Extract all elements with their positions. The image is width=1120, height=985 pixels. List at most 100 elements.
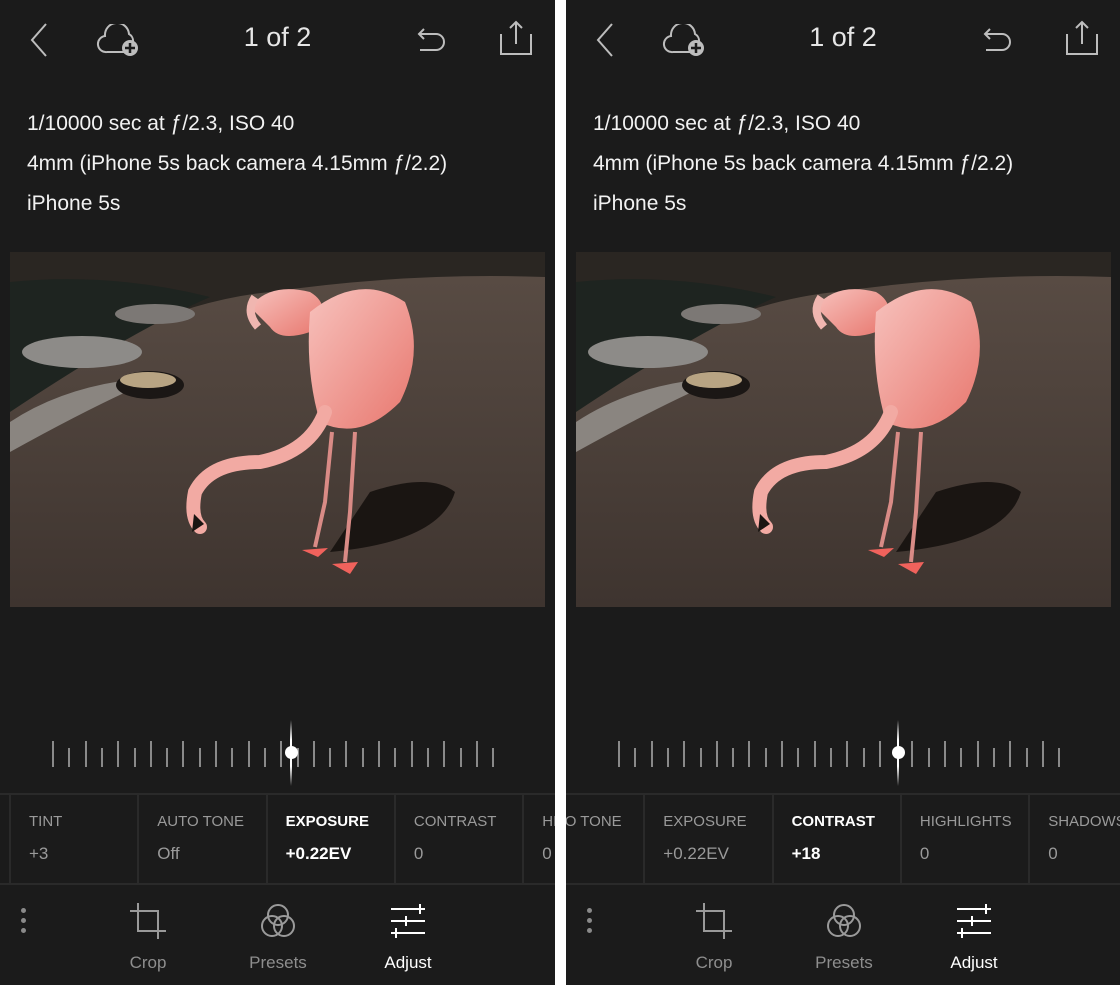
slider-tick	[650, 741, 653, 767]
slider-tick	[944, 741, 946, 767]
slider-tick	[443, 741, 446, 767]
adjust-value: 0	[919, 844, 930, 863]
slider-tick	[634, 748, 637, 767]
slider-tick	[459, 748, 462, 767]
slider-tick	[992, 748, 995, 767]
slider-tick	[781, 741, 783, 767]
share-icon[interactable]	[499, 20, 533, 56]
slider-tick	[52, 741, 54, 767]
adjust-shadows[interactable]: SHADOWS 0	[1028, 795, 1120, 883]
photo-metadata: 1/10000 sec at ƒ/2.3, ISO 40 4mm (iPhone…	[27, 104, 447, 224]
adjust-auto-tone[interactable]: AUTO TONEOff	[137, 795, 266, 883]
slider-tick	[699, 748, 702, 767]
adjust-exposure[interactable]: EXPOSURE +0.22EV	[643, 795, 772, 883]
slider-tick	[394, 748, 397, 767]
adjust-contrast[interactable]: CONTRAST +18	[771, 795, 901, 883]
tool-adjust[interactable]: Adjust	[358, 901, 458, 972]
adjust-value: +3	[29, 844, 49, 863]
adjust-label: AUTO TONE	[157, 813, 244, 830]
adjust-highlights[interactable]: HIGHLIGHTS 0	[899, 795, 1029, 883]
adjustment-strip[interactable]: AUTO TONEOff EXPOSURE +0.22EV CONTRAST +18 HI…	[566, 793, 1120, 885]
slider-tick	[198, 748, 201, 767]
slider-tick	[247, 741, 250, 767]
undo-icon[interactable]	[982, 26, 1016, 54]
adjust-value: 0	[542, 844, 552, 863]
bottom-toolbar: Crop Presets Adjust	[566, 883, 1120, 985]
tool-label: Presets	[249, 953, 307, 972]
slider-tick	[345, 741, 348, 767]
slider-tick	[100, 748, 103, 767]
adjust-value: 0	[1048, 844, 1058, 863]
slider-tick	[475, 741, 478, 767]
tool-label: Crop	[695, 953, 733, 972]
adjust-exposure[interactable]: EXPOSURE +0.22EV	[265, 795, 395, 883]
slider-tick	[231, 748, 234, 767]
slider-tick	[117, 741, 120, 767]
adjust-label: SHADOWS	[1048, 813, 1120, 830]
editor-panel-left: 1 of 2 1/10000 sec at ƒ/2.3, ISO 40 4mm …	[0, 0, 555, 985]
adjust-label: EXPOSURE	[285, 813, 369, 830]
tool-presets[interactable]: Presets	[794, 901, 894, 972]
tool-presets[interactable]: Presets	[228, 901, 328, 972]
tool-label: Crop	[129, 953, 167, 972]
crop-icon	[694, 903, 734, 945]
adjust-contrast[interactable]: CONTRAST 0	[393, 795, 523, 883]
slider-tick	[492, 748, 495, 767]
camera-info: iPhone 5s	[27, 192, 121, 215]
slider-tick	[1009, 741, 1012, 767]
adjust-label: HIGHLIGHTS	[542, 813, 555, 830]
photo-metadata: 1/10000 sec at ƒ/2.3, ISO 40 4mm (iPhone…	[593, 104, 1013, 224]
adjust-label: EXPOSURE	[663, 813, 747, 830]
lens-info: 4mm (iPhone 5s back camera 4.15mm ƒ/2.2)	[27, 152, 448, 175]
editor-panel-right: 1 of 2 1/10000 sec at ƒ/2.3, ISO 40 4mm …	[566, 0, 1120, 985]
more-options-icon[interactable]	[21, 908, 29, 938]
slider-tick	[312, 741, 315, 767]
flamingo-photo[interactable]	[576, 252, 1111, 607]
adjust-value: 0	[413, 844, 424, 863]
adjust-label: CONTRAST	[791, 813, 875, 830]
flamingo-photo[interactable]	[10, 252, 545, 607]
crop-icon	[128, 903, 168, 945]
slider-tick	[927, 748, 930, 767]
tool-crop[interactable]: Crop	[98, 901, 198, 972]
slider-tick	[84, 741, 87, 767]
page-counter: 1 of 2	[809, 22, 877, 52]
top-bar: 1 of 2	[566, 0, 1120, 80]
tool-adjust[interactable]: Adjust	[924, 901, 1024, 972]
adjust-highlights[interactable]: HIGHLIGHTS 0	[522, 795, 555, 883]
slider-tick	[829, 748, 832, 767]
adjust-label: AUTO TONE	[566, 813, 622, 830]
undo-icon[interactable]	[416, 26, 450, 54]
adjustment-strip[interactable]: TINT +3 AUTO TONE Off EXPOSURE +0.22EV CONTRAS…	[0, 793, 555, 885]
slider-tick	[797, 748, 800, 767]
slider-tick	[410, 741, 413, 767]
exposure-info: 1/10000 sec at ƒ/2.3, ISO 40	[27, 112, 295, 135]
share-icon[interactable]	[1065, 20, 1099, 56]
lens-info: 4mm (iPhone 5s back camera 4.15mm ƒ/2.2)	[593, 152, 1014, 175]
adjust-sliders-icon	[388, 904, 428, 945]
slider-tick	[1025, 748, 1028, 767]
adjust-tint[interactable]: TINT +3	[9, 795, 138, 883]
tool-label: Adjust	[384, 953, 432, 972]
slider-tick	[666, 748, 669, 767]
page-counter: 1 of 2	[243, 22, 312, 52]
slider-tick	[748, 741, 751, 767]
slider-tick	[862, 748, 865, 767]
slider-handle[interactable]	[284, 746, 298, 759]
adjustment-slider[interactable]	[566, 715, 1120, 790]
more-options-icon[interactable]	[587, 908, 595, 938]
slider-tick	[215, 741, 217, 767]
camera-info: iPhone 5s	[593, 192, 687, 215]
slider-tick	[149, 741, 152, 767]
tool-crop[interactable]: Crop	[664, 901, 764, 972]
adjust-auto-tone[interactable]: AUTO TONEOff	[566, 795, 644, 883]
slider-tick	[960, 748, 963, 767]
adjustment-slider[interactable]	[0, 715, 555, 790]
adjust-value: +18	[791, 844, 821, 863]
presets-icon	[258, 904, 298, 945]
adjust-value: +0.22EV	[285, 844, 352, 863]
slider-tick	[878, 741, 881, 767]
slider-handle[interactable]	[891, 746, 905, 759]
slider-tick	[618, 741, 620, 767]
slider-tick	[263, 748, 266, 767]
